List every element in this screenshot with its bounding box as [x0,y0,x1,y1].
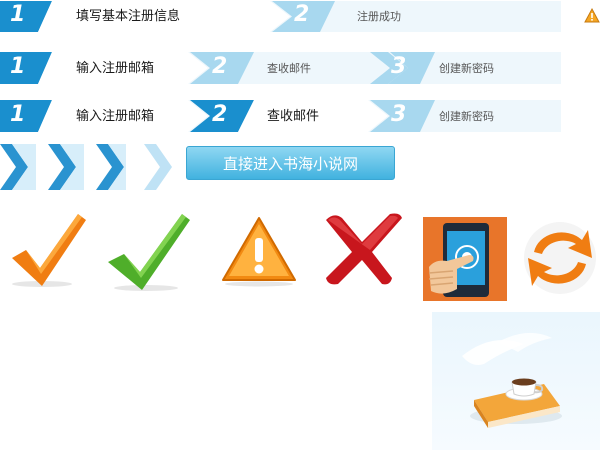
coffee-book-illustration [432,312,600,450]
step-3-number: 3 [391,102,407,127]
step-1-label: 输入注册邮箱 [76,61,155,76]
arrow-sprite-fills [12,144,126,190]
step-bar-register: 1 填写基本注册信息 2 注册成功 [0,0,561,33]
green-check-icon [108,214,190,291]
red-cross-icon [326,213,402,285]
step-2-number: 2 [212,54,228,79]
step-2-label: 查收邮件 [267,109,320,124]
phone-touch-icon [423,217,507,301]
warning-icon [222,217,296,287]
step-1-label: 输入注册邮箱 [76,109,155,124]
orange-check-icon [12,214,86,287]
step-2-number: 2 [294,2,310,27]
step-2-number: 2 [212,102,228,127]
warning-small-icon [584,7,600,23]
enter-site-button[interactable]: 直接进入书海小说网 [186,146,395,180]
step-1-number: 1 [10,54,26,79]
step-1-label: 填写基本注册信息 [76,9,181,24]
step-1-number: 1 [10,102,26,127]
refresh-icon [524,222,596,294]
step-2-label: 查收邮件 [267,62,311,75]
step-3-label: 创建新密码 [439,110,494,123]
step-1-number: 1 [10,2,26,27]
step-bar-email-step1: 1 输入注册邮箱 2 查收邮件 3 创建新密码 [0,51,561,85]
step-3-number: 3 [391,54,407,79]
step-3-label: 创建新密码 [439,62,494,75]
step-2-label: 注册成功 [357,10,401,23]
step-bar-email-step2: 1 输入注册邮箱 2 查收邮件 3 创建新密码 [0,99,561,133]
